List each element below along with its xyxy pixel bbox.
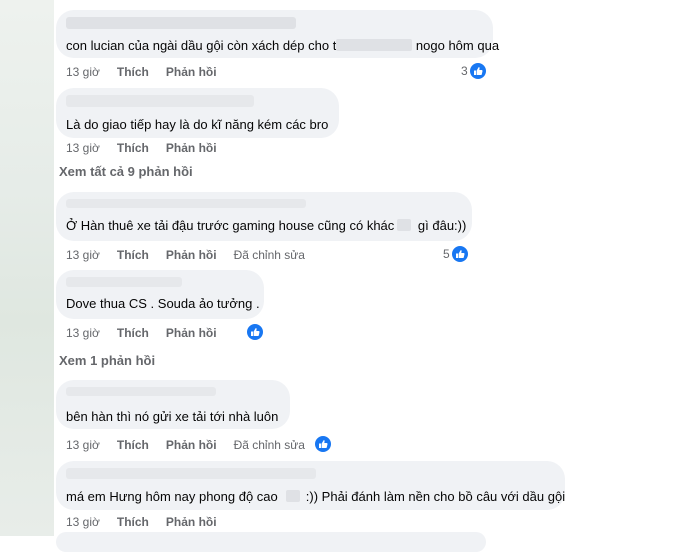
comment-actions: 13 giờ Thích Phản hồi Đã chỉnh sửa: [66, 248, 322, 262]
comment-actions: 13 giờ Thích Phản hồi: [66, 141, 234, 155]
like-thumbs-up-icon: [247, 324, 263, 340]
comment-author-name-redacted[interactable]: [66, 95, 254, 107]
comment-text: Ở Hàn thuê xe tải đậu trước gaming house…: [66, 218, 467, 233]
comment-timestamp[interactable]: 13 giờ: [66, 326, 100, 340]
comment-actions: 13 giờ Thích Phản hồi: [66, 65, 234, 79]
like-action[interactable]: Thích: [117, 326, 149, 340]
comment-bubble: Là do giao tiếp hay là do kĩ năng kém cá…: [56, 88, 339, 138]
reply-action[interactable]: Phản hồi: [166, 438, 217, 452]
view-replies-link[interactable]: Xem tất cả 9 phản hồi: [59, 164, 193, 179]
comment-timestamp[interactable]: 13 giờ: [66, 141, 100, 155]
redacted-text: [397, 219, 412, 231]
comment-actions: 13 giờ Thích Phản hồi: [66, 326, 234, 340]
comment-author-name-redacted[interactable]: [66, 468, 316, 479]
like-action[interactable]: Thích: [117, 515, 149, 529]
like-action[interactable]: Thích: [117, 248, 149, 262]
comment-timestamp[interactable]: 13 giờ: [66, 65, 100, 79]
reply-action[interactable]: Phản hồi: [166, 326, 217, 340]
comment-bubble: Dove thua CS . Souda ảo tưởng .: [56, 270, 264, 319]
redacted-text: [336, 39, 413, 51]
comment-text: Là do giao tiếp hay là do kĩ năng kém cá…: [66, 117, 329, 132]
like-thumbs-up-icon: [451, 246, 468, 262]
reaction-count[interactable]: [313, 436, 331, 452]
comment-author-name-redacted[interactable]: [66, 387, 216, 396]
comment-timestamp[interactable]: 13 giờ: [66, 438, 100, 452]
comment-author-name-redacted[interactable]: [66, 199, 306, 208]
like-action[interactable]: Thích: [117, 438, 149, 452]
reply-action[interactable]: Phản hồi: [166, 141, 217, 155]
comment-timestamp[interactable]: 13 giờ: [66, 515, 100, 529]
like-action[interactable]: Thích: [117, 65, 149, 79]
view-replies-link[interactable]: Xem 1 phản hồi: [59, 353, 155, 368]
like-thumbs-up-icon: [315, 436, 331, 452]
reaction-count[interactable]: 3: [461, 63, 486, 79]
comment-text: con lucian của ngài dầu gội còn xách dép…: [66, 38, 500, 53]
profile-column-background: [0, 0, 54, 536]
comment-bubble: con lucian của ngài dầu gội còn xách dép…: [56, 10, 500, 58]
edited-label: Đã chỉnh sửa: [233, 438, 305, 452]
reaction-count[interactable]: 5: [443, 246, 468, 262]
reply-action[interactable]: Phản hồi: [166, 248, 217, 262]
comment-actions: 13 giờ Thích Phản hồi: [66, 515, 234, 529]
comment-bubble: bên hàn thì nó gửi xe tải tới nhà luôn: [56, 380, 290, 429]
comment-text: Dove thua CS . Souda ảo tưởng .: [66, 296, 260, 311]
comment-actions: 13 giờ Thích Phản hồi Đã chỉnh sửa: [66, 438, 322, 452]
like-thumbs-up-icon: [469, 63, 486, 79]
comment-text: bên hàn thì nó gửi xe tải tới nhà luôn: [66, 409, 279, 424]
reply-action[interactable]: Phản hồi: [166, 65, 217, 79]
redacted-text: [285, 490, 300, 502]
comment-bubble: má em Hưng hôm nay phong độ cao:)) Phải …: [56, 461, 565, 510]
comment-text: má em Hưng hôm nay phong độ cao:)) Phải …: [66, 489, 566, 504]
comment-timestamp[interactable]: 13 giờ: [66, 248, 100, 262]
comment-author-name-redacted[interactable]: [66, 277, 182, 287]
comment-bubble: Ở Hàn thuê xe tải đậu trước gaming house…: [56, 192, 472, 241]
like-action[interactable]: Thích: [117, 141, 149, 155]
comment-bubble-partial: [56, 532, 486, 552]
reaction-count[interactable]: [245, 324, 263, 340]
reply-action[interactable]: Phản hồi: [166, 515, 217, 529]
comment-author-name-redacted[interactable]: [66, 17, 296, 29]
edited-label: Đã chỉnh sửa: [233, 248, 305, 262]
